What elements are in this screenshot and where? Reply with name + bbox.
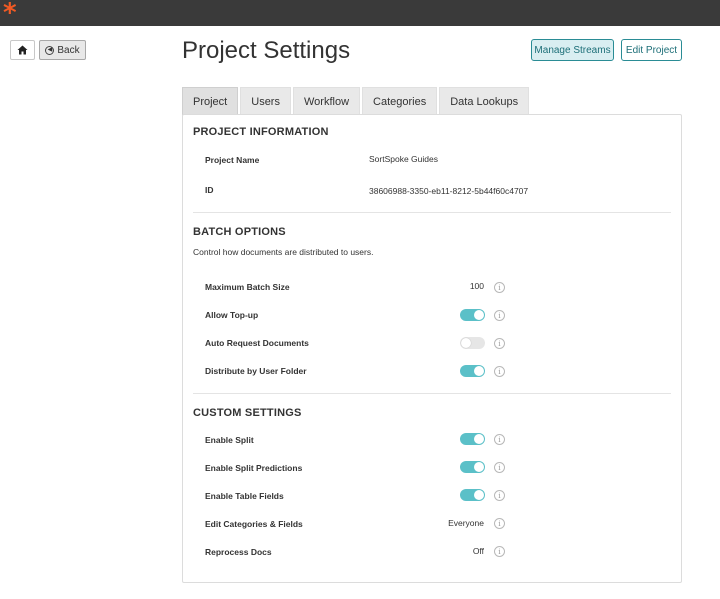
toggle-knob xyxy=(474,366,484,376)
auto-request-documents-toggle[interactable] xyxy=(460,337,485,349)
info-icon[interactable]: i xyxy=(494,546,505,557)
reprocess-docs-value[interactable]: Off xyxy=(473,546,484,556)
custom-settings-heading: CUSTOM SETTINGS xyxy=(193,407,302,419)
tab-users[interactable]: Users xyxy=(240,87,291,115)
toggle-knob xyxy=(474,462,484,472)
allow-top-up-toggle[interactable] xyxy=(460,309,485,321)
back-button-label: Back xyxy=(57,44,80,56)
info-icon[interactable]: i xyxy=(494,338,505,349)
maximum-batch-size-label: Maximum Batch Size xyxy=(205,282,290,292)
divider xyxy=(193,393,671,394)
auto-request-documents-label: Auto Request Documents xyxy=(205,338,309,348)
toggle-knob xyxy=(461,338,471,348)
distribute-by-user-folder-label: Distribute by User Folder xyxy=(205,366,307,376)
reprocess-docs-label: Reprocess Docs xyxy=(205,547,272,557)
allow-top-up-label: Allow Top-up xyxy=(205,310,259,320)
project-name-value: SortSpoke Guides xyxy=(369,154,438,164)
tab-data-lookups[interactable]: Data Lookups xyxy=(439,87,530,115)
enable-split-predictions-toggle[interactable] xyxy=(460,461,485,473)
back-button[interactable]: ◀ Back xyxy=(39,40,86,60)
edit-categories-fields-value[interactable]: Everyone xyxy=(448,518,484,528)
project-id-label: ID xyxy=(205,185,214,195)
info-icon[interactable]: i xyxy=(494,462,505,473)
project-id-value: 38606988-3350-eb11-8212-5b44f60c4707 xyxy=(369,186,529,196)
distribute-by-user-folder-toggle[interactable] xyxy=(460,365,485,377)
settings-tabs: Project Users Workflow Categories Data L… xyxy=(182,87,530,115)
project-name-label: Project Name xyxy=(205,155,260,165)
tab-workflow[interactable]: Workflow xyxy=(292,87,361,115)
info-icon[interactable]: i xyxy=(494,366,505,377)
info-icon[interactable]: i xyxy=(494,490,505,501)
enable-split-toggle[interactable] xyxy=(460,433,485,445)
edit-project-button[interactable]: Edit Project xyxy=(621,39,682,61)
info-icon[interactable]: i xyxy=(494,282,505,293)
manage-streams-button[interactable]: Manage Streams xyxy=(531,39,614,61)
toggle-knob xyxy=(474,310,484,320)
enable-split-label: Enable Split xyxy=(205,435,254,445)
back-circle-arrow-icon: ◀ xyxy=(45,45,55,55)
home-icon xyxy=(17,45,28,55)
edit-categories-fields-label: Edit Categories & Fields xyxy=(205,519,303,529)
info-icon[interactable]: i xyxy=(494,434,505,445)
toggle-knob xyxy=(474,434,484,444)
settings-panel: PROJECT INFORMATION Project Name SortSpo… xyxy=(182,114,682,583)
maximum-batch-size-value[interactable]: 100 xyxy=(470,281,484,291)
enable-split-predictions-label: Enable Split Predictions xyxy=(205,463,303,473)
info-icon[interactable]: i xyxy=(494,518,505,529)
info-icon[interactable]: i xyxy=(494,310,505,321)
logo-icon[interactable]: * xyxy=(3,0,17,28)
enable-table-fields-toggle[interactable] xyxy=(460,489,485,501)
batch-options-description: Control how documents are distributed to… xyxy=(193,247,374,257)
tab-categories[interactable]: Categories xyxy=(362,87,438,115)
enable-table-fields-label: Enable Table Fields xyxy=(205,491,284,501)
tab-project[interactable]: Project xyxy=(182,87,239,115)
page-title: Project Settings xyxy=(182,37,351,64)
project-information-heading: PROJECT INFORMATION xyxy=(193,126,329,138)
home-button[interactable] xyxy=(10,40,35,60)
batch-options-heading: BATCH OPTIONS xyxy=(193,226,286,238)
toggle-knob xyxy=(474,490,484,500)
top-bar: * xyxy=(0,0,720,28)
divider xyxy=(193,212,671,213)
